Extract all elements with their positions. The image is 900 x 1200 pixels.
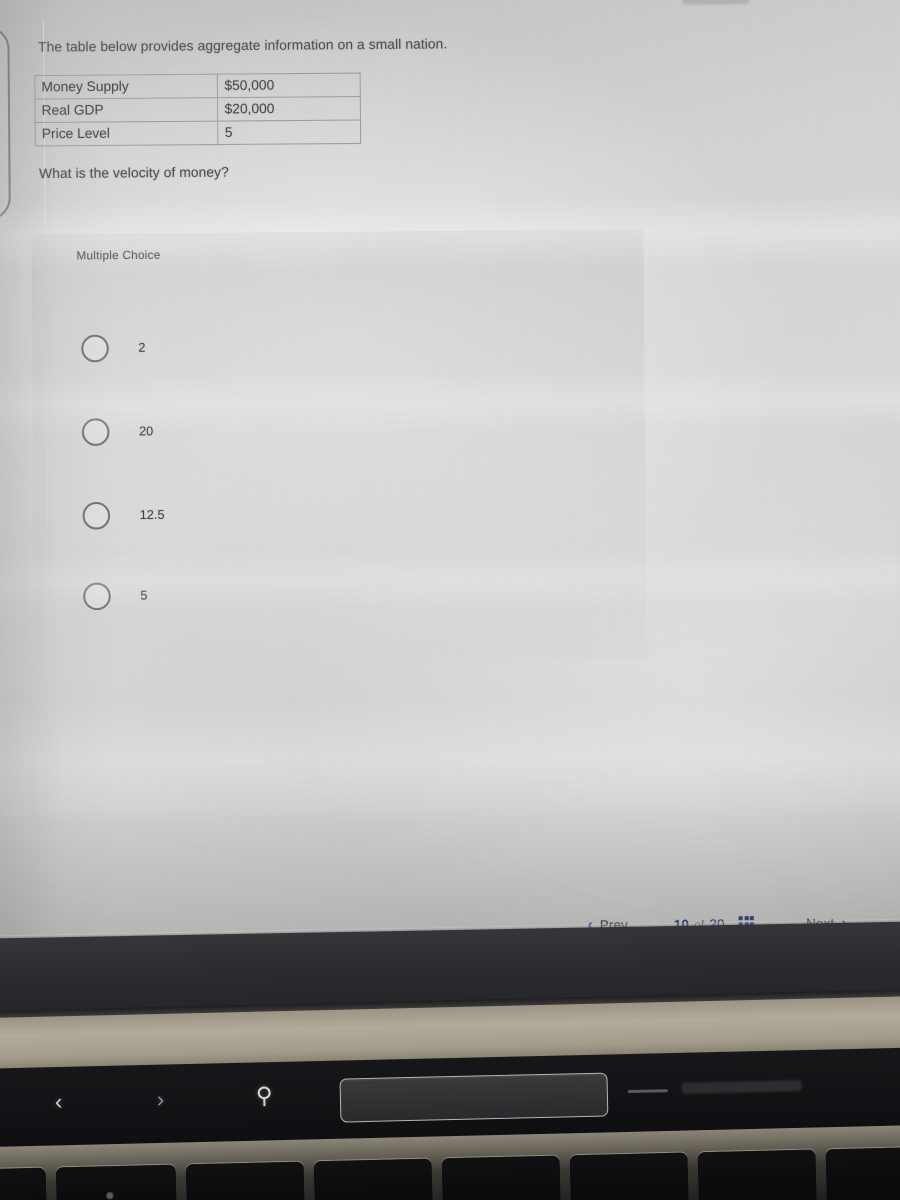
table-cell-value: $50,000 (217, 73, 361, 98)
radio-button-icon[interactable] (81, 334, 109, 362)
keyboard-key[interactable] (55, 1164, 178, 1200)
keyboard-key[interactable] (441, 1155, 561, 1200)
intro-text: The table below provides aggregate infor… (38, 36, 448, 55)
keyboard-key[interactable] (0, 1167, 48, 1200)
answer-option-2[interactable]: 12.5 (82, 490, 511, 538)
answer-option-0[interactable]: 2 (81, 322, 510, 370)
table-cell-value: 5 (218, 119, 361, 145)
aggregate-information-table: Money Supply $50,000 Real GDP $20,000 Pr… (34, 73, 361, 147)
table-cell-value: $20,000 (217, 96, 361, 122)
chevron-right-icon[interactable]: › (157, 1087, 165, 1112)
table-cell-label: Real GDP (34, 97, 219, 123)
keyboard-key[interactable] (313, 1158, 433, 1200)
question-text: What is the velocity of money? (39, 164, 229, 182)
search-icon[interactable]: ⚲ (256, 1082, 273, 1108)
answer-option-label: 12.5 (139, 507, 165, 523)
table-row: Price Level 5 (35, 119, 361, 146)
answer-option-1[interactable]: 20 (81, 406, 511, 454)
table-cell-label: Money Supply (34, 74, 218, 100)
keyboard-key[interactable] (697, 1149, 817, 1200)
table-row: Real GDP $20,000 (34, 96, 361, 123)
screen-bezel-reflection (0, 26, 11, 221)
touchbar-right-controls[interactable] (681, 1080, 802, 1094)
radio-button-icon[interactable] (81, 417, 110, 446)
table-cell-label: Price Level (35, 121, 219, 146)
touchbar-divider (627, 1089, 668, 1094)
answer-option-label: 2 (138, 340, 146, 355)
radio-button-icon[interactable] (82, 501, 111, 530)
chevron-left-icon[interactable]: ‹ (55, 1089, 63, 1114)
touchbar-text-field[interactable] (339, 1072, 609, 1123)
table-row: Money Supply $50,000 (34, 73, 361, 100)
keyboard-key[interactable] (825, 1146, 900, 1200)
keyboard-key[interactable] (185, 1161, 306, 1200)
keyboard-key[interactable] (569, 1152, 689, 1200)
question-type-label: Multiple Choice (76, 249, 161, 263)
photo-of-laptop-screen: The table below provides aggregate infor… (0, 0, 900, 1200)
quiz-page: The table below provides aggregate infor… (0, 0, 900, 962)
answer-option-label: 5 (140, 588, 148, 603)
laptop-screen: The table below provides aggregate infor… (0, 0, 900, 962)
answer-option-label: 20 (138, 424, 154, 439)
clipped-top-control (682, 0, 750, 5)
radio-button-icon[interactable] (83, 581, 111, 610)
answer-option-3[interactable]: 5 (83, 570, 512, 618)
